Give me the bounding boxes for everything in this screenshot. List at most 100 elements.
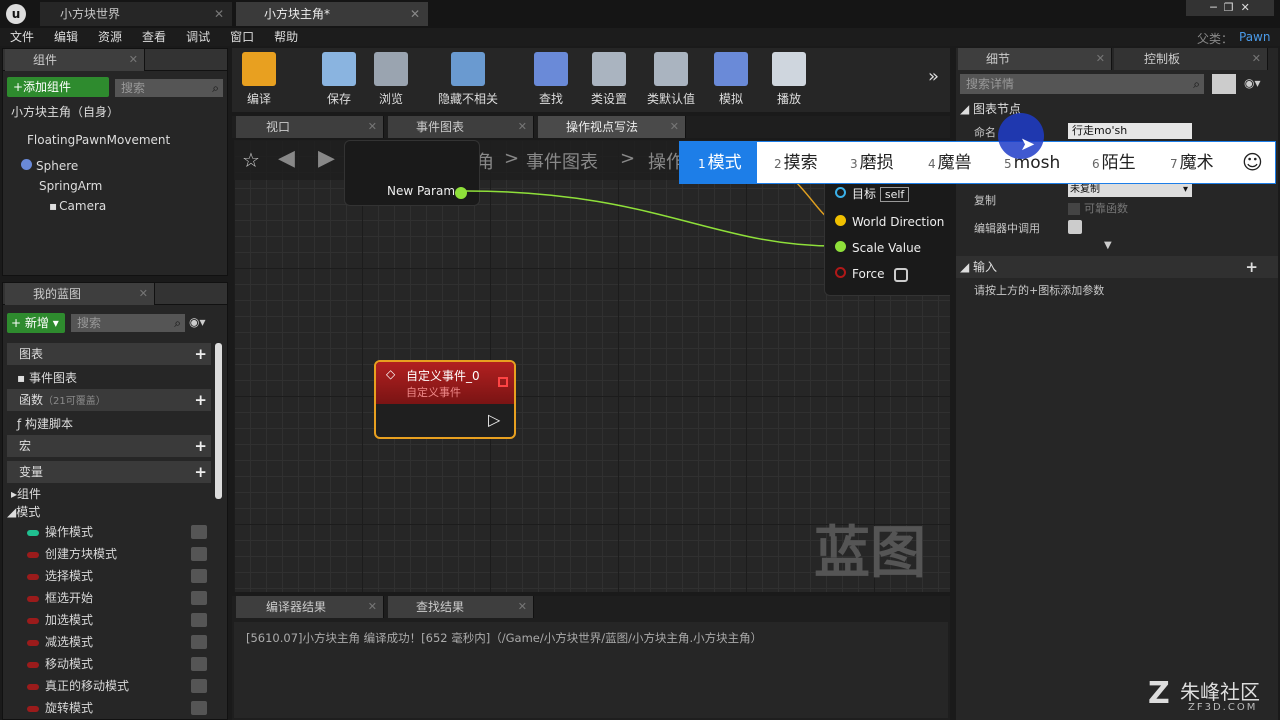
component-item-springarm[interactable]: SpringArm bbox=[39, 179, 102, 193]
tab-my-blueprint[interactable]: 我的蓝图 ✕ bbox=[5, 283, 155, 305]
menu-item[interactable]: 帮助 bbox=[274, 30, 298, 44]
parent-class-link[interactable]: Pawn bbox=[1239, 30, 1270, 44]
ime-candidate[interactable]: 3 磨损 bbox=[850, 142, 894, 184]
var-group-modes[interactable]: ◢模式 bbox=[7, 503, 40, 520]
tab-view-write[interactable]: 操作视点写法 ✕ bbox=[538, 116, 686, 138]
component-item-camera[interactable]: ▪ Camera bbox=[49, 199, 106, 213]
visibility-toggle-icon[interactable] bbox=[191, 657, 207, 671]
event-graph-item[interactable]: ▪ 事件图表 bbox=[17, 369, 77, 386]
component-item-sphere[interactable]: Sphere bbox=[21, 159, 78, 173]
toolbar-button[interactable]: 保存 bbox=[316, 48, 362, 110]
toolbar-button[interactable]: 编译 bbox=[236, 48, 282, 110]
variable-item[interactable]: 框选开始 bbox=[27, 587, 207, 609]
variable-item[interactable]: 减选模式 bbox=[27, 631, 207, 653]
variable-item[interactable]: 旋转模式 bbox=[27, 697, 207, 719]
visibility-toggle-icon[interactable] bbox=[191, 569, 207, 583]
visibility-toggle-icon[interactable] bbox=[191, 613, 207, 627]
exec-out-pin[interactable]: ▷ bbox=[488, 410, 500, 429]
ime-emoji-icon[interactable]: ☺ bbox=[1242, 150, 1263, 174]
add-function-icon[interactable]: + bbox=[194, 389, 207, 411]
visibility-toggle-icon[interactable] bbox=[191, 701, 207, 715]
variable-item[interactable]: 创建方块模式 bbox=[27, 543, 207, 565]
visibility-eye-icon[interactable]: ◉▾ bbox=[189, 315, 206, 329]
variable-item[interactable]: 操作模式 bbox=[27, 521, 207, 543]
window-tab-hero[interactable]: 小方块主角* ✕ bbox=[236, 2, 428, 26]
var-group-components[interactable]: ▸组件 bbox=[11, 485, 41, 502]
replicate-select[interactable]: 未复制 ▾ bbox=[1068, 183, 1192, 197]
new-button[interactable]: + 新增 ▾ bbox=[7, 313, 65, 333]
add-force-node[interactable]: 目标 self World Direction Scale Value Forc… bbox=[824, 178, 950, 296]
tab-compiler-results[interactable]: 编译器结果 ✕ bbox=[236, 596, 384, 618]
ime-candidate[interactable]: 6 陌生 bbox=[1092, 142, 1136, 184]
custom-event-node[interactable]: ◇ 自定义事件_0 自定义事件 ▷ bbox=[374, 360, 516, 439]
toolbar-button[interactable]: 隐藏不相关 bbox=[428, 48, 508, 110]
toolbar-button[interactable]: 类默认值 bbox=[644, 48, 698, 110]
ime-candidate[interactable]: 1 模式 bbox=[698, 142, 742, 184]
scrollbar[interactable] bbox=[215, 343, 222, 499]
visibility-toggle-icon[interactable] bbox=[191, 525, 207, 539]
menu-item[interactable]: 文件 bbox=[10, 30, 34, 44]
force-pin[interactable] bbox=[835, 267, 846, 278]
toolbar-overflow-icon[interactable]: » bbox=[928, 66, 939, 87]
construct-script-item[interactable]: ƒ 构建脚本 bbox=[17, 415, 73, 432]
ime-candidate[interactable]: 4 魔兽 bbox=[928, 142, 972, 184]
name-input[interactable]: 行走mo'sh bbox=[1068, 123, 1192, 139]
component-root[interactable]: 小方块主角（自身） bbox=[11, 103, 119, 120]
visibility-toggle-icon[interactable] bbox=[191, 547, 207, 561]
add-graph-icon[interactable]: + bbox=[194, 343, 207, 365]
section-graphs[interactable]: 图表 + bbox=[7, 343, 211, 365]
toolbar-button[interactable]: 浏览 bbox=[368, 48, 414, 110]
variable-item[interactable]: 真正的移动模式 bbox=[27, 675, 207, 697]
variable-item[interactable]: 选择模式 bbox=[27, 565, 207, 587]
menu-item[interactable]: 查看 bbox=[142, 30, 166, 44]
tab-details[interactable]: 细节 ✕ bbox=[958, 48, 1112, 70]
section-inputs[interactable]: ◢ 输入 + bbox=[956, 256, 1278, 278]
section-macros[interactable]: 宏 + bbox=[7, 435, 211, 457]
tab-palette[interactable]: 控制板 ✕ bbox=[1114, 48, 1268, 70]
section-functions[interactable]: 函数（21可覆盖） + bbox=[7, 389, 211, 411]
reliable-checkbox[interactable]: 可靠函数 bbox=[1068, 200, 1128, 216]
delegate-pin[interactable] bbox=[498, 377, 508, 387]
tab-components[interactable]: 组件 ✕ bbox=[5, 49, 145, 71]
add-component-button[interactable]: +添加组件 bbox=[7, 77, 109, 97]
component-search-input[interactable]: 搜索 ⌕ bbox=[115, 79, 223, 97]
tab-find-results[interactable]: 查找结果 ✕ bbox=[388, 596, 534, 618]
window-tab-world[interactable]: 小方块世界 ✕ bbox=[40, 2, 232, 26]
expand-arrow-icon[interactable]: ▼ bbox=[1104, 240, 1112, 251]
force-checkbox[interactable] bbox=[894, 267, 909, 282]
visibility-toggle-icon[interactable] bbox=[191, 591, 207, 605]
visibility-toggle-icon[interactable] bbox=[191, 679, 207, 693]
toolbar-button[interactable]: 查找 bbox=[528, 48, 574, 110]
variable-type-icon bbox=[27, 529, 39, 536]
variable-item[interactable]: 加选模式 bbox=[27, 609, 207, 631]
component-item-movement[interactable]: FloatingPawnMovement bbox=[27, 133, 170, 147]
toolbar-button[interactable]: 模拟 bbox=[708, 48, 754, 110]
editor-call-checkbox[interactable] bbox=[1068, 220, 1082, 234]
target-pin[interactable] bbox=[835, 187, 846, 198]
visibility-eye-icon[interactable]: ◉▾ bbox=[1244, 76, 1261, 90]
direction-pin[interactable] bbox=[835, 215, 846, 226]
grid-view-icon[interactable] bbox=[1212, 74, 1236, 94]
ime-candidate[interactable]: 7 魔术 bbox=[1170, 142, 1214, 184]
blueprint-search-input[interactable]: 搜索 ⌕ bbox=[71, 314, 185, 332]
add-variable-icon[interactable]: + bbox=[194, 461, 207, 483]
menu-item[interactable]: 资源 bbox=[98, 30, 122, 44]
menu-item[interactable]: 调试 bbox=[186, 30, 210, 44]
window-controls[interactable]: ─ ❐ ✕ bbox=[1186, 0, 1274, 16]
graph-canvas[interactable]: ☆ ◀ ▶ ▦ 小方块主角 > 事件图表 > 操作 New Param 目标 s… bbox=[234, 140, 950, 592]
add-input-icon[interactable]: + bbox=[1245, 256, 1258, 278]
variable-item[interactable]: 移动模式 bbox=[27, 653, 207, 675]
visibility-toggle-icon[interactable] bbox=[191, 635, 207, 649]
tab-viewport[interactable]: 视口 ✕ bbox=[236, 116, 384, 138]
toolbar-button[interactable]: 类设置 bbox=[586, 48, 632, 110]
menu-item[interactable]: 编辑 bbox=[54, 30, 78, 44]
section-variables[interactable]: 变量 + bbox=[7, 461, 211, 483]
variable-type-icon bbox=[27, 639, 39, 646]
tab-event-graph[interactable]: 事件图表 ✕ bbox=[388, 116, 534, 138]
ime-candidate[interactable]: 2 摸索 bbox=[774, 142, 818, 184]
scale-value-pin[interactable] bbox=[835, 241, 846, 252]
menu-item[interactable]: 窗口 bbox=[230, 30, 254, 44]
toolbar-button[interactable]: 播放 bbox=[766, 48, 812, 110]
details-search-input[interactable]: 搜索详情 ⌕ bbox=[960, 74, 1204, 94]
add-macro-icon[interactable]: + bbox=[194, 435, 207, 457]
